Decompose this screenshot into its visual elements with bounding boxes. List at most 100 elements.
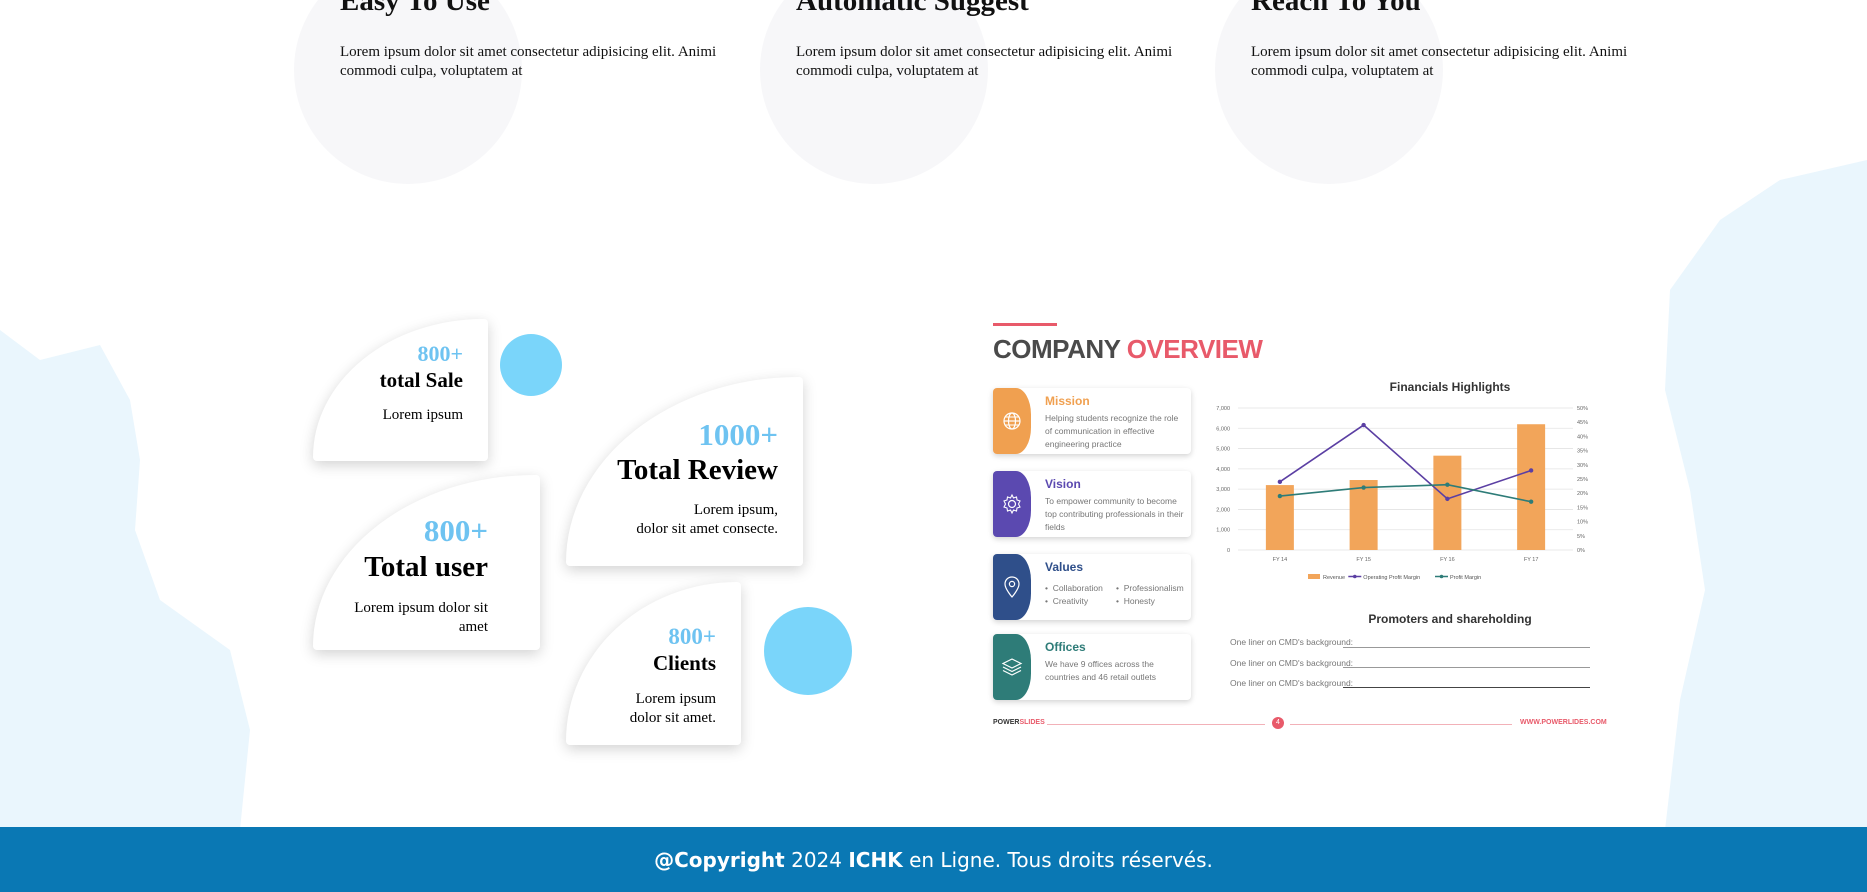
stat-title: Total user: [364, 551, 488, 583]
feature-easy-to-use: Easy To Use Lorem ipsum dolor sit amet c…: [340, 0, 760, 81]
stat-desc: Lorem ipsum dolor sit amet.: [629, 691, 716, 726]
liner-text: One liner on CMD's background:: [1230, 658, 1354, 668]
y-tick-label: 7,000: [1216, 406, 1230, 412]
line-point: [1277, 493, 1283, 499]
card-heading: Vision: [1045, 477, 1081, 491]
legend-label: Profit Margin: [1450, 575, 1481, 581]
legend-swatch: [1308, 574, 1320, 579]
line-point: [1361, 485, 1366, 490]
copyright-text: @Copyright 2024 ICHK en Ligne. Tous droi…: [654, 847, 1213, 872]
stat-number: 800+: [417, 341, 463, 366]
footer-divider: [1047, 724, 1265, 725]
line-point: [1528, 468, 1534, 473]
decorative-dot: [764, 607, 852, 695]
stat-number: 800+: [668, 624, 716, 649]
value-bullet: • Professionalism: [1116, 583, 1184, 593]
feature-reach-to-you: Reach To You Lorem ipsum dolor sit amet …: [1251, 0, 1671, 81]
line-point: [1277, 479, 1283, 485]
line-point: [1445, 496, 1450, 502]
legend-label: Revenue: [1323, 575, 1345, 581]
x-tick-label: FY 14: [1273, 557, 1288, 563]
card-heading: Values: [1045, 560, 1084, 574]
line-point: [1528, 499, 1534, 504]
footer-divider: [1290, 724, 1512, 725]
liner-text: One liner on CMD's background:: [1230, 678, 1354, 688]
liner-line: [1343, 667, 1590, 668]
stat-title: Clients: [653, 651, 716, 675]
legend-swatch: [1439, 574, 1444, 579]
liner-line: [1343, 687, 1590, 688]
offices-card: Offices We have 9 offices across the cou…: [993, 634, 1191, 700]
y2-tick-label: 50%: [1577, 406, 1588, 412]
financials-chart: 0 1,000 2,000 3,000 4,000 5,000 6,000 7,000 0% 5%…: [1216, 406, 1588, 581]
gear-icon: [993, 471, 1031, 537]
stat-title: Total Review: [617, 454, 778, 486]
feature-title: Easy To Use: [340, 0, 490, 17]
location-pin-icon: [993, 554, 1031, 620]
stat-card-total-review: 1000+ Total Review Lorem ipsum, dolor si…: [566, 377, 803, 566]
card-heading: Mission: [1045, 394, 1090, 408]
mission-card: Mission Helping students recognize the r…: [993, 388, 1191, 454]
layers-icon: [993, 634, 1031, 700]
y2-tick-label: 25%: [1577, 477, 1588, 483]
site-footer: @Copyright 2024 ICHK en Ligne. Tous droi…: [0, 827, 1867, 892]
y-tick-label: 0: [1227, 548, 1230, 554]
title-accent-line: [993, 323, 1057, 326]
y-tick-label: 2,000: [1216, 507, 1230, 513]
globe-icon: [993, 388, 1031, 454]
card-text: We have 9 offices across the countries a…: [1045, 659, 1157, 682]
liner-text: One liner on CMD's background:: [1230, 637, 1354, 647]
powerslides-logo: POWERSLIDES: [993, 719, 1045, 726]
y2-tick-label: 5%: [1577, 534, 1585, 540]
feature-text: Lorem ipsum dolor sit amet consectetur a…: [1251, 44, 1628, 79]
stat-number: 1000+: [698, 417, 778, 452]
card-text: To empower community to become top contr…: [1045, 496, 1184, 532]
feature-title: Reach To You: [1251, 0, 1421, 17]
feature-automatic-suggest: Automatic Suggest Lorem ipsum dolor sit …: [796, 0, 1216, 81]
y2-tick-label: 35%: [1577, 449, 1588, 455]
value-bullet: • Creativity: [1045, 596, 1089, 606]
line-point: [1445, 482, 1450, 487]
card-heading: Offices: [1045, 640, 1086, 654]
line-series: [1279, 424, 1532, 500]
slide-page-number: 4: [1272, 717, 1284, 729]
company-overview-slide: COMPANY OVERVIEW Mission Helping student…: [990, 318, 1610, 738]
y2-tick-label: 30%: [1577, 463, 1588, 469]
legend-label: Operating Profit Margin: [1363, 575, 1420, 581]
x-tick-label: FY 15: [1356, 557, 1371, 563]
stat-desc: Lorem ipsum, dolor sit amet consecte.: [636, 502, 778, 537]
y2-tick-label: 40%: [1577, 434, 1588, 440]
liner-line: [1343, 647, 1590, 648]
line-point: [1361, 422, 1366, 428]
y-tick-label: 6,000: [1216, 426, 1230, 432]
value-bullet: • Collaboration: [1045, 583, 1103, 593]
y2-tick-label: 20%: [1577, 491, 1588, 497]
footer-url: WWW.POWERLIDES.COM: [1520, 719, 1607, 726]
y-tick-label: 3,000: [1216, 487, 1230, 493]
bar-revenue: [1349, 480, 1378, 550]
stat-card-total-sale: 800+ total Sale Lorem ipsum: [313, 319, 488, 461]
promoters-title: Promoters and shareholding: [1368, 612, 1532, 626]
value-bullet: • Honesty: [1116, 596, 1155, 606]
legend-swatch: [1353, 574, 1357, 579]
stat-card-total-user: 800+ Total user Lorem ipsum dolor sit am…: [313, 475, 540, 650]
overview-title: COMPANY OVERVIEW: [993, 334, 1263, 364]
x-tick-label: FY 17: [1524, 557, 1539, 563]
bar-revenue: [1433, 455, 1462, 550]
feature-text: Lorem ipsum dolor sit amet consectetur a…: [796, 44, 1173, 79]
y2-tick-label: 0%: [1577, 548, 1585, 554]
feature-title: Automatic Suggest: [796, 0, 1029, 17]
stat-desc: Lorem ipsum: [382, 407, 463, 423]
y2-tick-label: 10%: [1577, 520, 1588, 526]
card-text: Helping students recognize the role of c…: [1045, 413, 1179, 449]
feature-text: Lorem ipsum dolor sit amet consectetur a…: [340, 44, 717, 79]
y-tick-label: 1,000: [1216, 528, 1230, 534]
y2-tick-label: 15%: [1577, 505, 1588, 511]
background-blob-left: [0, 330, 250, 830]
stat-title: total Sale: [379, 368, 463, 392]
y-tick-label: 4,000: [1216, 467, 1230, 473]
background-blob-right: [1665, 160, 1867, 830]
vision-card: Vision To empower community to become to…: [993, 471, 1191, 537]
bar-revenue: [1517, 424, 1546, 550]
y-tick-label: 5,000: [1216, 447, 1230, 453]
